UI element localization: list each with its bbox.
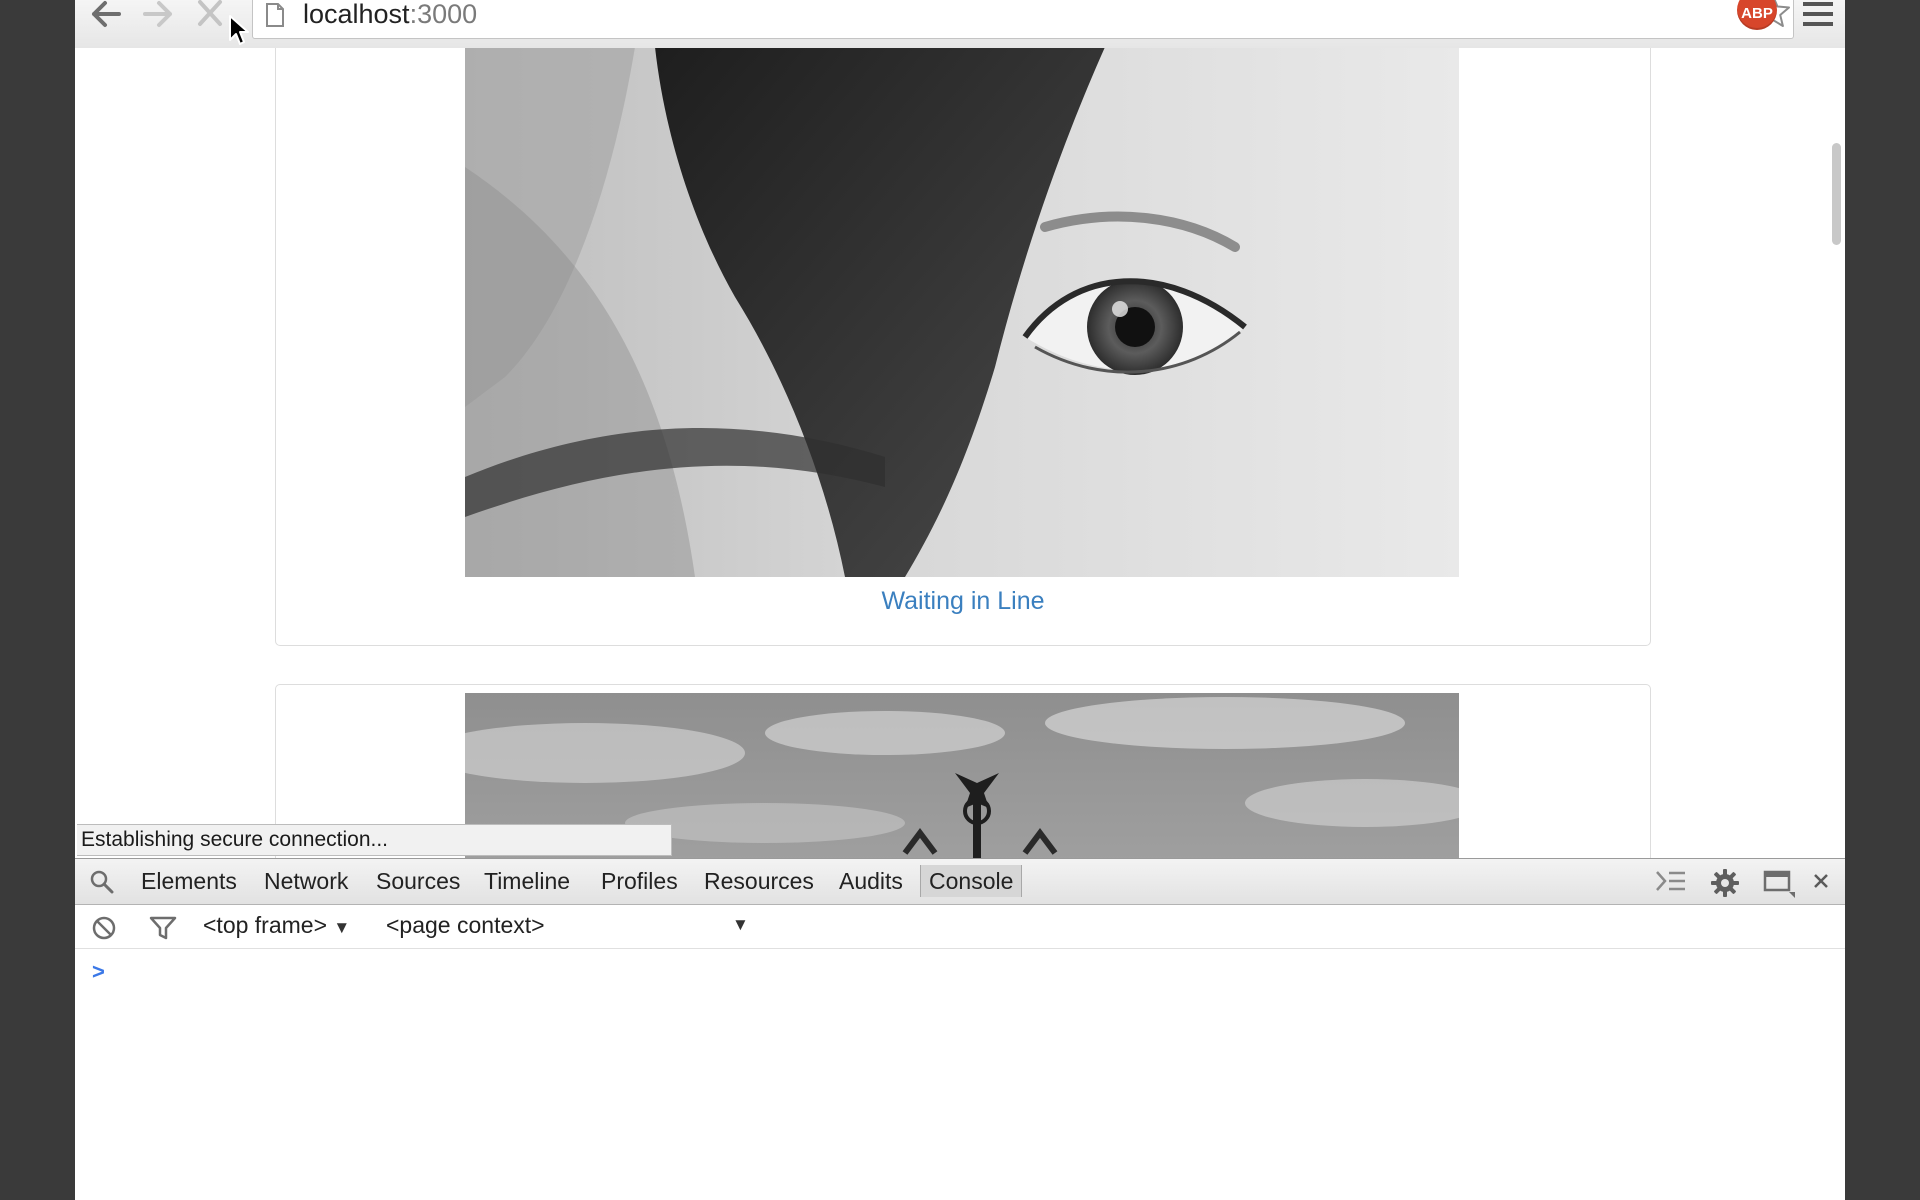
page-viewport[interactable]: Waiting in Line Establishing secure conn… <box>75 48 1845 858</box>
tab-audits[interactable]: Audits <box>839 865 903 897</box>
console-toolbar: <top frame> ▼ <page context> ▼ <box>75 905 1845 949</box>
frame-select-value: <top frame> <box>203 912 328 938</box>
search-icon[interactable] <box>89 869 115 895</box>
chevron-down-icon[interactable]: ▼ <box>732 915 749 935</box>
context-select-value: <page context> <box>386 912 545 938</box>
dock-side-icon[interactable] <box>1763 868 1797 898</box>
mouse-cursor-icon <box>229 15 249 45</box>
tab-console[interactable]: Console <box>920 865 1023 897</box>
devtools-panel: Elements Network Sources Timeline Profil… <box>75 858 1845 1200</box>
photo-caption-link[interactable]: Waiting in Line <box>276 587 1650 616</box>
eye-photo-image <box>465 48 1459 577</box>
hamburger-menu-icon <box>1803 2 1833 26</box>
back-button[interactable] <box>89 0 129 30</box>
arrow-left-icon <box>92 1 121 27</box>
tab-profiles[interactable]: Profiles <box>601 865 678 897</box>
forward-button[interactable] <box>141 0 181 30</box>
browser-toolbar: localhost:3000 ABP <box>75 0 1845 49</box>
url-port: :3000 <box>409 0 478 29</box>
show-drawer-icon[interactable] <box>1655 868 1687 894</box>
page-scrollbar[interactable] <box>1825 48 1845 858</box>
frame-select[interactable]: <top frame> ▼ <box>203 912 350 939</box>
gear-icon[interactable] <box>1710 868 1740 898</box>
tab-elements[interactable]: Elements <box>141 865 237 897</box>
status-bubble: Establishing secure connection... <box>77 824 672 856</box>
chevron-down-icon: ▼ <box>333 918 351 937</box>
close-icon <box>198 0 222 26</box>
tab-resources[interactable]: Resources <box>704 865 814 897</box>
console-prompt[interactable]: > <box>92 959 105 985</box>
browser-window: localhost:3000 ABP Waiting in Line Estab… <box>75 0 1845 1200</box>
photo-card: Waiting in Line <box>275 48 1651 646</box>
filter-icon[interactable] <box>149 915 177 941</box>
tab-network[interactable]: Network <box>264 865 348 897</box>
clear-console-icon[interactable] <box>91 915 117 941</box>
url-host: localhost <box>303 0 410 29</box>
scrollbar-thumb[interactable] <box>1832 143 1841 245</box>
arrow-right-icon <box>143 1 172 27</box>
context-select[interactable]: <page context> <box>386 912 545 939</box>
tab-timeline[interactable]: Timeline <box>484 865 570 897</box>
devtools-tabbar: Elements Network Sources Timeline Profil… <box>75 859 1845 905</box>
eye-photo[interactable] <box>465 48 1459 577</box>
page-icon <box>266 3 284 27</box>
address-bar[interactable]: localhost:3000 <box>252 0 1794 39</box>
close-icon[interactable] <box>1812 872 1830 890</box>
tab-sources[interactable]: Sources <box>376 865 460 897</box>
browser-menu-button[interactable] <box>1801 0 1835 35</box>
url-text[interactable]: localhost:3000 <box>303 0 477 30</box>
